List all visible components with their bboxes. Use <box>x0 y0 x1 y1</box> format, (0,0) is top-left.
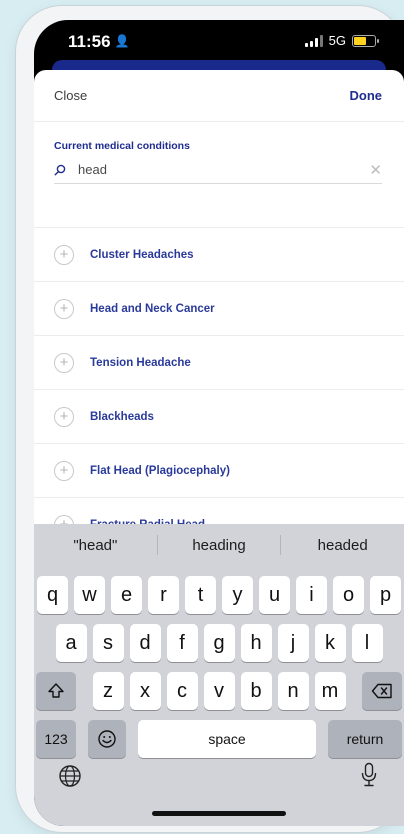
shift-icon <box>48 683 64 698</box>
key[interactable]: m <box>314 672 346 710</box>
key-row-2: a s d f g h j k l <box>34 624 404 662</box>
microphone-icon[interactable] <box>360 762 378 793</box>
list-item[interactable]: + Cluster Headaches <box>34 228 404 282</box>
phone-screen: 11:56 👤 5G Close Done Current medical con… <box>34 20 404 826</box>
delete-key[interactable] <box>362 672 402 710</box>
key[interactable]: b <box>240 672 272 710</box>
key-row-1: q w e r t y u i o p <box>34 576 404 614</box>
result-label: Flat Head (Plagiocephaly) <box>90 464 230 477</box>
list-item[interactable]: + Tension Headache <box>34 336 404 390</box>
key[interactable]: x <box>129 672 161 710</box>
key[interactable]: n <box>277 672 309 710</box>
suggestion-bar: "head" heading headed <box>34 524 404 566</box>
key[interactable]: f <box>166 624 198 662</box>
key[interactable]: t <box>185 576 216 614</box>
battery-icon <box>352 34 379 47</box>
status-time: 11:56 👤 <box>68 32 130 52</box>
suggestion-item[interactable]: "head" <box>34 537 157 554</box>
suggestion-item[interactable]: headed <box>281 537 404 554</box>
key[interactable]: l <box>351 624 383 662</box>
key[interactable]: p <box>370 576 401 614</box>
key[interactable]: c <box>166 672 198 710</box>
key[interactable]: a <box>55 624 87 662</box>
add-circle-icon[interactable]: + <box>54 352 74 373</box>
key[interactable]: z <box>92 672 124 710</box>
result-label: Cluster Headaches <box>90 248 194 261</box>
key[interactable]: u <box>259 576 290 614</box>
shift-key[interactable] <box>36 672 76 710</box>
key[interactable]: j <box>277 624 309 662</box>
list-item[interactable]: + Flat Head (Plagiocephaly) <box>34 444 404 498</box>
key[interactable]: r <box>148 576 179 614</box>
field-label: Current medical conditions <box>54 140 190 152</box>
key[interactable]: q <box>37 576 68 614</box>
key[interactable]: y <box>222 576 253 614</box>
key[interactable]: v <box>203 672 235 710</box>
key[interactable]: k <box>314 624 346 662</box>
key[interactable]: e <box>111 576 142 614</box>
add-circle-icon[interactable]: + <box>54 406 74 427</box>
key[interactable]: o <box>333 576 364 614</box>
key[interactable]: s <box>92 624 124 662</box>
search-icon <box>54 164 66 176</box>
backspace-icon <box>371 683 392 699</box>
done-button[interactable]: Done <box>350 88 383 103</box>
result-label: Blackheads <box>90 410 154 423</box>
key[interactable]: i <box>296 576 327 614</box>
globe-icon[interactable] <box>58 764 82 793</box>
key[interactable]: d <box>129 624 161 662</box>
search-block: Current medical conditions ✕ <box>34 122 404 228</box>
search-input[interactable] <box>78 162 370 177</box>
key-row-3: z x c v b n m <box>34 672 404 710</box>
add-circle-icon[interactable]: + <box>54 298 74 319</box>
close-button[interactable]: Close <box>54 88 87 103</box>
suggestion-item[interactable]: heading <box>158 537 281 554</box>
status-indicators: 5G <box>304 33 379 48</box>
key[interactable]: h <box>240 624 272 662</box>
key[interactable]: g <box>203 624 235 662</box>
clear-icon[interactable]: ✕ <box>369 161 382 179</box>
key[interactable]: w <box>74 576 105 614</box>
signal-icon <box>304 34 323 47</box>
home-indicator <box>152 811 286 816</box>
status-time-text: 11:56 <box>68 32 111 51</box>
result-label: Tension Headache <box>90 356 191 369</box>
list-item[interactable]: + Head and Neck Cancer <box>34 282 404 336</box>
condition-picker-sheet: Close Done Current medical conditions ✕ … <box>34 70 404 550</box>
results-list: + Cluster Headaches + Head and Neck Canc… <box>34 228 404 550</box>
result-label: Head and Neck Cancer <box>90 302 215 315</box>
network-label: 5G <box>328 33 346 48</box>
person-icon: 👤 <box>114 34 130 48</box>
search-row: ✕ <box>54 162 382 184</box>
keyboard: "head" heading headed q w e r t y u i o … <box>34 524 404 826</box>
add-circle-icon[interactable]: + <box>54 244 74 265</box>
list-item[interactable]: + Blackheads <box>34 390 404 444</box>
keyboard-bottom-bar <box>34 744 404 826</box>
add-circle-icon[interactable]: + <box>54 460 74 481</box>
sheet-header: Close Done <box>34 70 404 122</box>
